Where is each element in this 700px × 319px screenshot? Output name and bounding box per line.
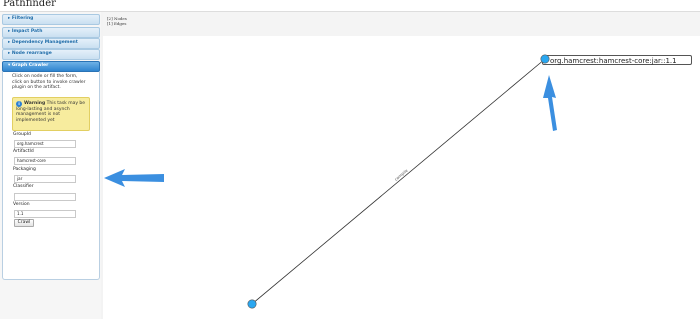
annotation-arrow-left [104, 169, 164, 187]
graph-overlay: compile [104, 54, 557, 309]
target-node[interactable] [540, 54, 550, 64]
edge-line[interactable] [251, 58, 546, 305]
annotation-arrow-up [543, 75, 557, 131]
source-node[interactable] [247, 299, 257, 309]
